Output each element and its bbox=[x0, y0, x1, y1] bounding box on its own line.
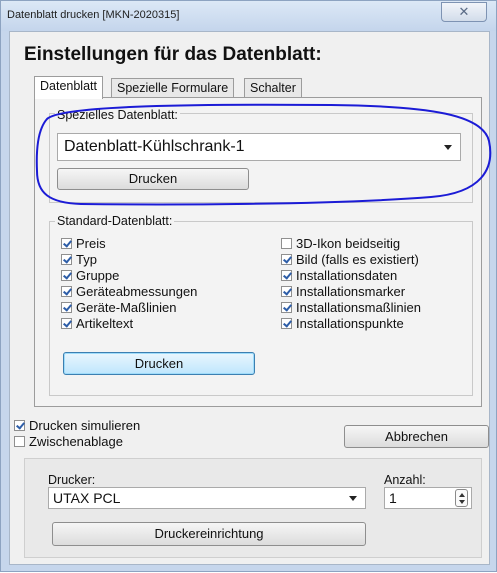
checkbox-label: 3D-Ikon beidseitig bbox=[296, 236, 401, 251]
checkbox-geraeteabmessungen[interactable]: Geräteabmessungen bbox=[61, 284, 197, 299]
checkbox-label: Artikeltext bbox=[76, 316, 134, 331]
dialog-body: Einstellungen für das Datenblatt: Datenb… bbox=[9, 31, 490, 565]
printer-select[interactable]: UTAX PCL bbox=[48, 487, 366, 509]
checkbox-preis[interactable]: Preis bbox=[61, 236, 106, 251]
checkbox-installationsmasslinien[interactable]: Installationsmaßlinien bbox=[281, 300, 421, 315]
checkbox-box[interactable] bbox=[281, 318, 292, 329]
checkbox-label: Geräte-Maßlinien bbox=[76, 300, 177, 315]
checkbox-label: Installationsmarker bbox=[296, 284, 406, 299]
stepper-arrows-icon[interactable] bbox=[455, 489, 468, 507]
checkbox-box[interactable] bbox=[61, 286, 72, 297]
checkbox-installationsdaten[interactable]: Installationsdaten bbox=[281, 268, 397, 283]
chevron-down-icon bbox=[444, 145, 452, 150]
checkbox-installationsmarker[interactable]: Installationsmarker bbox=[281, 284, 405, 299]
checkbox-label: Bild (falls es existiert) bbox=[296, 252, 419, 267]
chevron-down-icon bbox=[459, 500, 465, 504]
checkbox-label: Zwischenablage bbox=[29, 434, 123, 449]
page-title: Einstellungen für das Datenblatt: bbox=[24, 44, 322, 65]
checkbox-bild[interactable]: Bild (falls es existiert) bbox=[281, 252, 419, 267]
checkbox-typ[interactable]: Typ bbox=[61, 252, 97, 267]
chevron-up-icon bbox=[459, 493, 465, 497]
checkbox-box[interactable] bbox=[14, 436, 25, 447]
checkbox-label: Drucken simulieren bbox=[29, 418, 141, 433]
checkbox-label: Geräteabmessungen bbox=[76, 284, 198, 299]
standard-print-button[interactable]: Drucken bbox=[63, 352, 255, 375]
special-datasheet-value: Datenblatt-Kühlschrank-1 bbox=[64, 138, 245, 155]
checkbox-artikeltext[interactable]: Artikeltext bbox=[61, 316, 133, 331]
tab-schalter[interactable]: Schalter bbox=[244, 78, 302, 98]
special-datasheet-label: Spezielles Datenblatt: bbox=[55, 108, 180, 122]
checkbox-box[interactable] bbox=[281, 302, 292, 313]
checkbox-box[interactable] bbox=[61, 318, 72, 329]
checkbox-installationspunkte[interactable]: Installationspunkte bbox=[281, 316, 404, 331]
checkbox-box[interactable] bbox=[14, 420, 25, 431]
checkbox-3d-ikon[interactable]: 3D-Ikon beidseitig bbox=[281, 236, 400, 251]
tab-panel-datenblatt: Spezielles Datenblatt: Datenblatt-Kühlsc… bbox=[34, 97, 482, 407]
count-label: Anzahl: bbox=[384, 473, 426, 487]
title-bar[interactable]: Datenblatt drucken [MKN-2020315] ✕ bbox=[1, 1, 496, 31]
checkbox-label: Installationsmaßlinien bbox=[296, 300, 422, 315]
standard-datasheet-label: Standard-Datenblatt: bbox=[55, 214, 175, 228]
tab-datenblatt[interactable]: Datenblatt bbox=[34, 76, 103, 99]
checkbox-box[interactable] bbox=[61, 238, 72, 249]
checkbox-label: Preis bbox=[76, 236, 106, 251]
printer-setup-button[interactable]: Druckereinrichtung bbox=[52, 522, 366, 546]
count-value: 1 bbox=[389, 490, 397, 506]
checkbox-zwischenablage[interactable]: Zwischenablage bbox=[14, 434, 123, 449]
chevron-down-icon bbox=[349, 496, 357, 501]
print-datasheet-dialog: Datenblatt drucken [MKN-2020315] ✕ Einst… bbox=[0, 0, 497, 572]
printer-label: Drucker: bbox=[48, 473, 96, 487]
window-title: Datenblatt drucken [MKN-2020315] bbox=[7, 9, 180, 21]
count-stepper[interactable]: 1 bbox=[384, 487, 472, 509]
checkbox-label: Installationsdaten bbox=[296, 268, 398, 283]
checkbox-box[interactable] bbox=[281, 254, 292, 265]
checkbox-box[interactable] bbox=[61, 302, 72, 313]
checkbox-box[interactable] bbox=[281, 238, 292, 249]
checkbox-geraete-masslinien[interactable]: Geräte-Maßlinien bbox=[61, 300, 176, 315]
printer-value: UTAX PCL bbox=[53, 490, 121, 506]
checkbox-label: Typ bbox=[76, 252, 97, 267]
checkbox-box[interactable] bbox=[61, 270, 72, 281]
checkbox-box[interactable] bbox=[281, 270, 292, 281]
checkbox-box[interactable] bbox=[281, 286, 292, 297]
cancel-button[interactable]: Abbrechen bbox=[344, 425, 489, 448]
close-button[interactable]: ✕ bbox=[441, 2, 487, 22]
checkbox-drucken-simulieren[interactable]: Drucken simulieren bbox=[14, 418, 140, 433]
special-print-button[interactable]: Drucken bbox=[57, 168, 249, 190]
special-datasheet-select[interactable]: Datenblatt-Kühlschrank-1 bbox=[57, 133, 461, 161]
checkbox-label: Installationspunkte bbox=[296, 316, 404, 331]
checkbox-box[interactable] bbox=[61, 254, 72, 265]
checkbox-label: Gruppe bbox=[76, 268, 120, 283]
checkbox-gruppe[interactable]: Gruppe bbox=[61, 268, 119, 283]
tab-spezielle-formulare[interactable]: Spezielle Formulare bbox=[111, 78, 235, 98]
